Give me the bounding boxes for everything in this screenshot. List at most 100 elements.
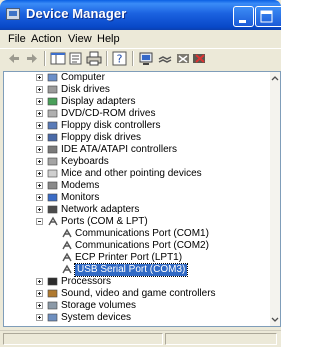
tree-item[interactable]: Floppy disk drives (4, 132, 266, 144)
processor-icon (47, 277, 58, 286)
tree-item-label: Floppy disk drives (61, 132, 142, 143)
tree-item-label: Floppy disk controllers (61, 120, 161, 131)
tree-item[interactable]: Display adapters (4, 96, 266, 108)
menu-action[interactable]: Action (31, 33, 62, 45)
expand-plus-icon[interactable] (36, 158, 43, 165)
device-manager-icon (6, 8, 20, 20)
system-device-icon (47, 313, 58, 322)
tree-item-label: Modems (61, 180, 100, 191)
tree-item[interactable]: Network adapters (4, 204, 266, 216)
tree-item[interactable]: Computer (4, 72, 266, 84)
ide-controller-icon (47, 145, 58, 154)
expand-plus-icon[interactable] (36, 86, 43, 93)
toolbar-separator (106, 51, 107, 66)
expand-plus-icon[interactable] (36, 110, 43, 117)
properties-icon[interactable] (68, 51, 84, 66)
tree-item[interactable]: Ports (COM & LPT) (4, 216, 266, 228)
tree-item[interactable]: Sound, video and game controllers (4, 288, 266, 300)
tree-item[interactable]: IDE ATA/ATAPI controllers (4, 144, 266, 156)
svg-text:?: ? (117, 53, 123, 66)
device-manager-window: Device Manager File Action View Help ? C… (0, 0, 281, 347)
keyboard-icon (47, 157, 58, 166)
toolbar: ? (0, 48, 281, 68)
tree-item[interactable]: Mice and other pointing devices (4, 168, 266, 180)
network-adapter-icon (47, 205, 58, 214)
tree-item[interactable]: Processors (4, 276, 266, 288)
print-icon[interactable] (86, 51, 102, 66)
expand-plus-icon[interactable] (36, 74, 43, 81)
expand-plus-icon[interactable] (36, 182, 43, 189)
scroll-down-arrow-icon[interactable] (270, 314, 280, 324)
update-driver-icon[interactable] (158, 51, 174, 66)
minimize-button[interactable] (233, 6, 254, 27)
back-arrow-icon[interactable] (6, 51, 22, 66)
expand-plus-icon[interactable] (36, 122, 43, 129)
port-icon (48, 216, 58, 226)
tree-item-label: Display adapters (61, 96, 136, 107)
toolbar-separator (132, 51, 133, 66)
expand-plus-icon[interactable] (36, 98, 43, 105)
expand-plus-icon[interactable] (36, 146, 43, 153)
storage-volume-icon (47, 301, 58, 310)
tree-item-label: Mice and other pointing devices (61, 168, 202, 179)
device-tree[interactable]: Computer Disk drives Display adapters DVD/C… (3, 71, 281, 327)
tree-item[interactable]: Monitors (4, 192, 266, 204)
tree-item[interactable]: USB Serial Port (COM3) (4, 263, 266, 277)
tree-item-label: Storage volumes (61, 300, 137, 311)
expand-plus-icon[interactable] (36, 278, 43, 285)
port-icon (62, 228, 72, 238)
status-bar (0, 330, 281, 347)
mouse-icon (47, 169, 58, 178)
expand-plus-icon[interactable] (36, 206, 43, 213)
status-panel (3, 333, 163, 345)
expand-plus-icon[interactable] (36, 314, 43, 321)
forward-arrow-icon[interactable] (24, 51, 40, 66)
menu-bar: File Action View Help (0, 30, 281, 48)
tree-item[interactable]: ECP Printer Port (LPT1) (4, 252, 266, 264)
tree-item[interactable]: Storage volumes (4, 300, 266, 312)
tree-item-label: IDE ATA/ATAPI controllers (61, 144, 177, 155)
collapse-minus-icon[interactable] (36, 218, 43, 225)
expand-plus-icon[interactable] (36, 134, 43, 141)
port-icon (62, 264, 72, 274)
expand-plus-icon[interactable] (36, 194, 43, 201)
tree-item-label: Sound, video and game controllers (61, 288, 216, 299)
computer-icon (47, 73, 58, 82)
show-hide-tree-icon[interactable] (50, 51, 66, 66)
disable-device-icon[interactable] (176, 51, 192, 66)
tree-item-label: Communications Port (COM1) (75, 228, 209, 239)
help-icon[interactable]: ? (112, 51, 128, 66)
title-bar[interactable]: Device Manager (0, 0, 281, 30)
vertical-scrollbar[interactable] (270, 72, 280, 326)
tree-item-label: System devices (61, 312, 132, 323)
tree-item[interactable]: Disk drives (4, 84, 266, 96)
tree-item[interactable]: Keyboards (4, 156, 266, 168)
scroll-up-arrow-icon[interactable] (270, 74, 280, 84)
tree-item[interactable]: System devices (4, 312, 266, 324)
maximize-icon (260, 10, 273, 23)
floppy-controller-icon (47, 121, 58, 130)
scan-hardware-icon[interactable] (138, 51, 154, 66)
menu-file[interactable]: File (8, 33, 26, 45)
tree-item[interactable]: Communications Port (COM1) (4, 228, 266, 240)
tree-item[interactable]: Floppy disk controllers (4, 120, 266, 132)
tree-item[interactable]: Communications Port (COM2) (4, 240, 266, 252)
tree-item[interactable]: Modems (4, 180, 266, 192)
menu-help[interactable]: Help (97, 33, 120, 45)
minimize-icon (239, 20, 246, 23)
tree-item-label: Keyboards (61, 156, 109, 167)
tree-item-label: DVD/CD-ROM drives (61, 108, 156, 119)
expand-plus-icon[interactable] (36, 170, 43, 177)
selected-tree-item-label: USB Serial Port (COM3) (73, 263, 189, 277)
tree-item[interactable]: DVD/CD-ROM drives (4, 108, 266, 120)
maximize-button[interactable] (255, 6, 281, 27)
menu-view[interactable]: View (68, 33, 92, 45)
port-icon (62, 240, 72, 250)
uninstall-device-icon[interactable] (192, 51, 208, 66)
display-adapter-icon (47, 97, 58, 106)
modem-icon (47, 181, 58, 190)
expand-plus-icon[interactable] (36, 290, 43, 297)
tree-item-label: Network adapters (61, 204, 140, 215)
tree-item-label: Ports (COM & LPT) (61, 216, 148, 227)
expand-plus-icon[interactable] (36, 302, 43, 309)
